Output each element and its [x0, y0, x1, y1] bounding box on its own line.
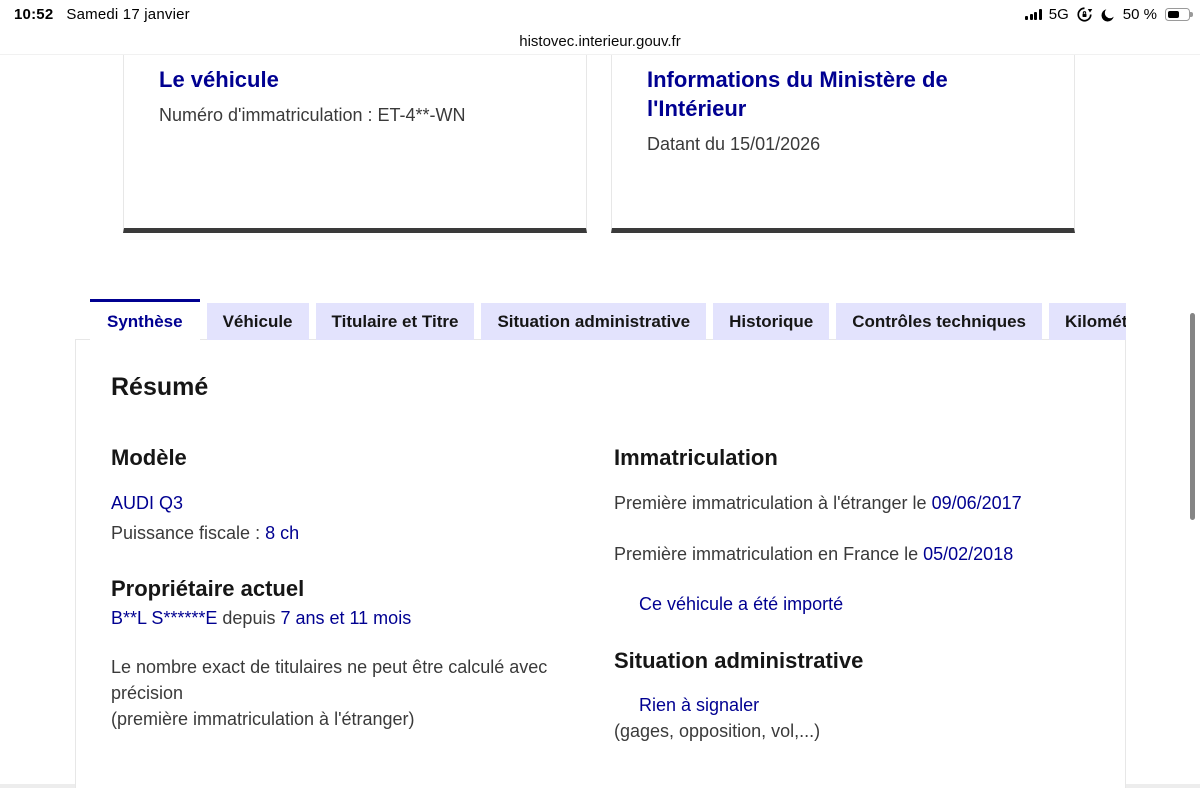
owner-heading: Propriétaire actuel — [111, 576, 305, 601]
fiscal-power-label: Puissance fiscale : — [111, 523, 266, 543]
imported-vehicle-note: Ce véhicule a été importé — [639, 594, 844, 614]
model-value: AUDI Q3 — [111, 493, 184, 513]
tab-synthese[interactable]: Synthèse — [90, 299, 200, 343]
first-registration-foreign-line: Première immatriculation à l'étranger le… — [614, 490, 1022, 516]
tab-kilometrage[interactable]: Kilométrage — [1049, 303, 1126, 340]
owner-since-label: depuis — [217, 608, 281, 628]
focus-moon-icon — [1100, 7, 1116, 23]
owner-duration: 7 ans et 11 mois — [280, 608, 412, 628]
tab-controles-techniques[interactable]: Contrôles techniques — [836, 303, 1043, 340]
first-registration-france-date: 05/02/2018 — [923, 544, 1014, 564]
orientation-lock-icon — [1076, 6, 1093, 23]
screen: 10:52 Samedi 17 janvier 5G 50 % histovec… — [0, 0, 1200, 788]
registration-heading: Immatriculation — [614, 445, 778, 470]
model-heading: Modèle — [111, 445, 187, 470]
first-registration-foreign-date: 09/06/2017 — [931, 493, 1022, 513]
admin-status-note: (gages, opposition, vol,...) — [614, 721, 821, 741]
owner-name: B**L S******E — [111, 608, 218, 628]
vertical-scrollbar[interactable] — [1190, 313, 1195, 520]
vehicle-card-title: Le véhicule — [159, 67, 279, 92]
first-registration-france-label: Première immatriculation en France le — [614, 544, 924, 564]
vehicle-card: Le véhicule Numéro d'immatriculation : E… — [123, 55, 587, 233]
battery-icon — [1165, 8, 1193, 21]
ministry-info-card-title: Informations du Ministère de l'Intérieur — [647, 67, 948, 121]
battery-fill — [1167, 10, 1179, 19]
network-type-label: 5G — [1048, 6, 1069, 23]
ministry-info-card: Informations du Ministère de l'Intérieur… — [611, 55, 1075, 233]
tab-historique[interactable]: Historique — [713, 303, 830, 340]
tab-titulaire-et-titre[interactable]: Titulaire et Titre — [315, 303, 475, 340]
clock: 10:52 — [14, 6, 54, 23]
ministry-info-card-date: Datant du 15/01/2026 — [647, 134, 821, 154]
owner-note-detail: (première immatriculation à l'étranger) — [111, 709, 415, 729]
date: Samedi 17 janvier — [66, 6, 190, 23]
admin-status-value: Rien à signaler — [639, 695, 760, 715]
fiscal-power-value: 8 ch — [265, 523, 300, 543]
owner-line: B**L S******E depuis 7 ans et 11 mois — [111, 605, 411, 631]
tab-situation-administrative[interactable]: Situation administrative — [481, 303, 707, 340]
tab-vehicule[interactable]: Véhicule — [206, 303, 309, 340]
address-bar[interactable]: histovec.interieur.gouv.fr — [0, 28, 1200, 55]
admin-status-heading: Situation administrative — [614, 648, 864, 673]
report-tabs: Synthèse Véhicule Titulaire et Titre Sit… — [90, 299, 1126, 344]
cellular-signal-icon — [1025, 9, 1042, 20]
vehicle-card-plate: Numéro d'immatriculation : ET-4**-WN — [159, 105, 466, 125]
status-bar: 10:52 Samedi 17 janvier 5G 50 % — [0, 0, 1200, 28]
battery-percent-label: 50 % — [1122, 6, 1157, 23]
synthese-panel: Résumé Modèle AUDI Q3 Puissance fiscale … — [75, 339, 1126, 788]
fiscal-power-line: Puissance fiscale : 8 ch — [111, 520, 299, 546]
owner-note: Le nombre exact de titulaires ne peut êt… — [111, 657, 548, 703]
first-registration-france-line: Première immatriculation en France le 05… — [614, 541, 1013, 567]
address-bar-url[interactable]: histovec.interieur.gouv.fr — [519, 33, 680, 50]
first-registration-foreign-label: Première immatriculation à l'étranger le — [614, 493, 932, 513]
resume-heading: Résumé — [111, 373, 209, 401]
